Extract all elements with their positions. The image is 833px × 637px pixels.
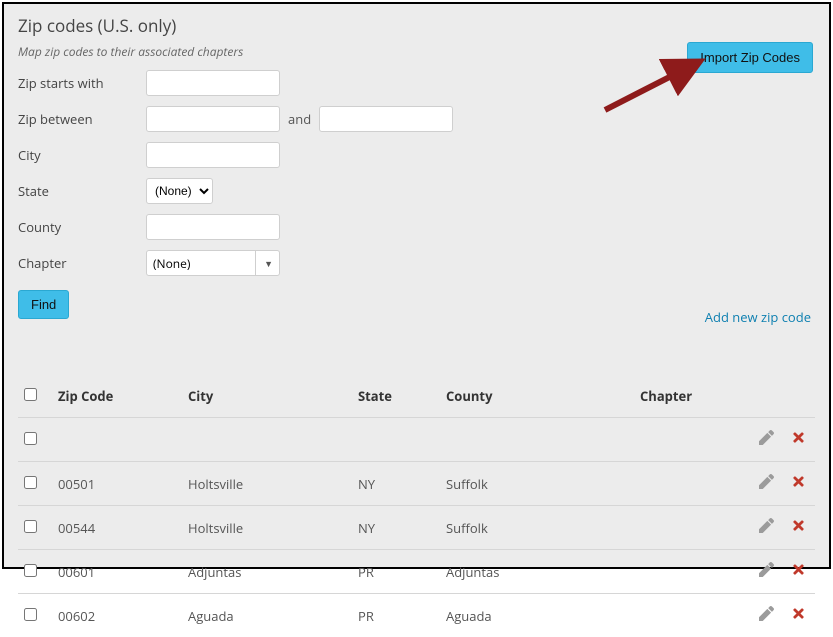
chapter-combo[interactable]: (None) ▼ xyxy=(146,250,280,276)
cell-chapter xyxy=(634,462,751,506)
cell-city: Adjuntas xyxy=(182,550,352,594)
zip-starts-label: Zip starts with xyxy=(18,74,146,92)
zip-starts-input[interactable] xyxy=(146,70,280,96)
state-label: State xyxy=(18,182,146,200)
chapter-label: Chapter xyxy=(18,254,146,272)
zip-codes-panel: Zip codes (U.S. only) Map zip codes to t… xyxy=(2,2,831,569)
add-new-zip-link[interactable]: Add new zip code xyxy=(705,308,811,326)
state-select[interactable]: (None) xyxy=(146,178,213,204)
cell-city xyxy=(182,418,352,462)
col-header-chapter: Chapter xyxy=(634,377,751,418)
zip-between-from-input[interactable] xyxy=(146,106,280,132)
cell-state xyxy=(352,418,440,462)
cell-state: NY xyxy=(352,506,440,550)
cell-county: Suffolk xyxy=(440,506,634,550)
chevron-down-icon: ▼ xyxy=(255,251,273,275)
pencil-icon[interactable] xyxy=(759,563,774,581)
col-header-county: County xyxy=(440,377,634,418)
delete-icon[interactable] xyxy=(791,563,806,581)
find-button[interactable]: Find xyxy=(18,290,69,319)
cell-state: PR xyxy=(352,594,440,637)
delete-icon[interactable] xyxy=(791,607,806,625)
county-label: County xyxy=(18,218,146,236)
cell-state: NY xyxy=(352,462,440,506)
table-row: 00601AdjuntasPRAdjuntas xyxy=(18,550,815,594)
zip-codes-table: Zip Code City State County Chapter 00501… xyxy=(18,377,815,637)
pencil-icon[interactable] xyxy=(759,607,774,625)
delete-icon[interactable] xyxy=(791,519,806,537)
county-input[interactable] xyxy=(146,214,280,240)
table-row: 00602AguadaPRAguada xyxy=(18,594,815,637)
cell-chapter xyxy=(634,594,751,637)
row-checkbox[interactable] xyxy=(24,520,37,533)
row-checkbox[interactable] xyxy=(24,476,37,489)
cell-city: Aguada xyxy=(182,594,352,637)
city-label: City xyxy=(18,146,146,164)
delete-icon[interactable] xyxy=(791,431,806,449)
cell-state: PR xyxy=(352,550,440,594)
cell-county: Aguada xyxy=(440,594,634,637)
cell-chapter xyxy=(634,418,751,462)
cell-county: Suffolk xyxy=(440,462,634,506)
cell-city: Holtsville xyxy=(182,506,352,550)
col-header-city: City xyxy=(182,377,352,418)
pencil-icon[interactable] xyxy=(759,519,774,537)
row-checkbox[interactable] xyxy=(24,564,37,577)
page-title: Zip codes (U.S. only) xyxy=(18,14,815,37)
select-all-checkbox[interactable] xyxy=(24,388,37,401)
cell-zip xyxy=(52,418,182,462)
table-row: 00544HoltsvilleNYSuffolk xyxy=(18,506,815,550)
cell-zip: 00601 xyxy=(52,550,182,594)
col-header-zip: Zip Code xyxy=(52,377,182,418)
cell-zip: 00501 xyxy=(52,462,182,506)
pencil-icon[interactable] xyxy=(759,475,774,493)
pencil-icon[interactable] xyxy=(759,431,774,449)
table-row: 00501HoltsvilleNYSuffolk xyxy=(18,462,815,506)
cell-chapter xyxy=(634,506,751,550)
cell-city: Holtsville xyxy=(182,462,352,506)
row-checkbox[interactable] xyxy=(24,608,37,621)
zip-between-label: Zip between xyxy=(18,110,146,128)
chapter-combo-value: (None) xyxy=(153,255,190,272)
col-header-state: State xyxy=(352,377,440,418)
cell-zip: 00544 xyxy=(52,506,182,550)
row-checkbox[interactable] xyxy=(24,432,37,445)
import-zip-codes-button[interactable]: Import Zip Codes xyxy=(687,42,813,73)
zip-between-to-input[interactable] xyxy=(319,106,453,132)
delete-icon[interactable] xyxy=(791,475,806,493)
table-row xyxy=(18,418,815,462)
cell-zip: 00602 xyxy=(52,594,182,637)
and-label: and xyxy=(288,110,311,128)
city-input[interactable] xyxy=(146,142,280,168)
cell-chapter xyxy=(634,550,751,594)
cell-county xyxy=(440,418,634,462)
cell-county: Adjuntas xyxy=(440,550,634,594)
